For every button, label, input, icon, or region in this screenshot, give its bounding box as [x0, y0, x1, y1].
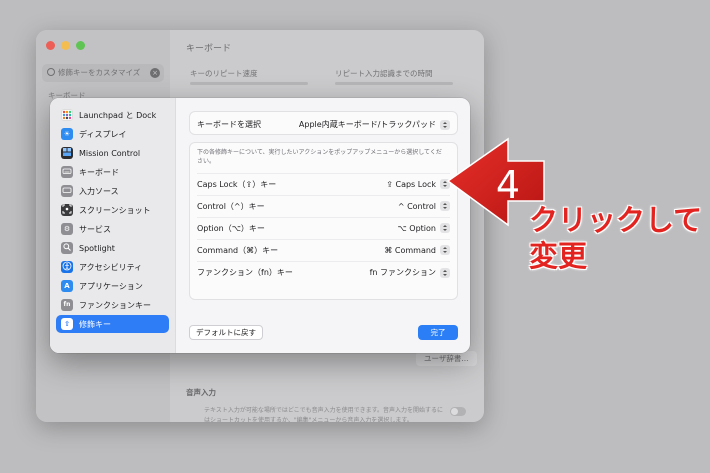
sidebar-item-label: 入力ソース — [79, 186, 119, 196]
callout-line-1: クリックして — [529, 203, 703, 237]
repeat-delay-label: リピート入力認識までの時間 — [335, 69, 433, 78]
bg-page-title: キーボード — [186, 44, 232, 54]
screenshot-icon — [61, 204, 73, 216]
close-window-button[interactable] — [46, 41, 55, 50]
sidebar-item-screenshot[interactable]: スクリーンショット — [56, 201, 169, 219]
popup-chevron-icon — [440, 267, 450, 278]
sidebar-item-label: キーボード — [79, 167, 119, 177]
divider — [197, 195, 450, 196]
keyboard-select-label: キーボードを選択 — [197, 120, 261, 129]
modifier-keys-description: 下の各修飾キーについて、実行したいアクションをポップアップメニューから選択してく… — [197, 149, 442, 165]
popup-chevron-icon — [440, 119, 450, 130]
input-source-icon — [61, 185, 73, 197]
command-value: ⌘ Command — [384, 245, 436, 255]
step-number: 4 — [496, 163, 520, 207]
divider — [197, 217, 450, 218]
sidebar-item-function-keys[interactable]: fn ファンクションキー — [56, 296, 169, 314]
restore-defaults-button[interactable]: デフォルトに戻す — [189, 325, 263, 340]
function-key-icon: fn — [61, 299, 73, 311]
window-controls — [46, 41, 85, 50]
settings-search-input[interactable]: 修飾キーをカスタマイズ × — [42, 64, 164, 82]
function-value: fn ファンクション — [369, 268, 436, 277]
done-button[interactable]: 完了 — [418, 325, 458, 340]
accessibility-icon — [61, 261, 73, 273]
minimize-window-button[interactable] — [61, 41, 70, 50]
zoom-window-button[interactable] — [76, 41, 85, 50]
command-label: Command（⌘）キー — [197, 246, 279, 255]
function-label: ファンクション（fn）キー — [197, 268, 293, 277]
sidebar-item-label: アプリケーション — [79, 281, 143, 291]
sidebar-item-label: ディスプレイ — [79, 129, 127, 139]
sidebar-item-services[interactable]: ⚙ サービス — [56, 220, 169, 238]
clear-search-icon[interactable]: × — [150, 68, 160, 78]
modifier-keys-card: 下の各修飾キーについて、実行したいアクションをポップアップメニューから選択してく… — [189, 142, 458, 300]
key-repeat-label: キーのリピート速度 — [190, 69, 258, 78]
repeat-delay-slider — [335, 82, 453, 85]
launchpad-icon — [61, 109, 73, 121]
sidebar-item-label: アクセシビリティ — [79, 262, 143, 272]
sidebar-item-input-source[interactable]: 入力ソース — [56, 182, 169, 200]
user-dictionary-button: ユーザ辞書... — [416, 351, 477, 366]
callout-line-2: 変更 — [529, 239, 588, 273]
sheet-sidebar: Launchpad と Dock ☀ ディスプレイ Mission Contro… — [50, 98, 176, 353]
option-value: ⌥ Option — [397, 223, 436, 233]
keyboard-icon — [61, 166, 73, 178]
sidebar-item-label: ファンクションキー — [79, 300, 151, 310]
keyboard-select-popup[interactable]: Apple内蔵キーボード/トラックパッド — [299, 119, 450, 130]
voice-input-heading: 音声入力 — [186, 388, 216, 397]
control-label: Control（^）キー — [197, 202, 265, 211]
applications-icon: A — [61, 280, 73, 292]
divider — [197, 173, 450, 174]
voice-input-description: テキスト入力が可能な場所ではどこでも音声入力を使用できます。音声入力を開始するに… — [204, 407, 444, 422]
modifier-key-icon: ⇧ — [61, 318, 73, 330]
annotation-callout: クリックして 変更 — [529, 202, 709, 274]
divider — [197, 239, 450, 240]
keyboard-select-card: キーボードを選択 Apple内蔵キーボード/トラックパッド — [189, 111, 458, 135]
sidebar-item-label: Spotlight — [79, 243, 115, 253]
voice-input-toggle — [450, 407, 466, 416]
sidebar-item-keyboard[interactable]: キーボード — [56, 163, 169, 181]
caps-lock-value: ⇪ Caps Lock — [386, 179, 436, 189]
function-popup[interactable]: fn ファンクション — [370, 267, 450, 278]
sidebar-item-spotlight[interactable]: Spotlight — [56, 239, 169, 257]
control-popup[interactable]: ^ Control — [398, 201, 450, 211]
sidebar-item-mission-control[interactable]: Mission Control — [56, 144, 169, 162]
sidebar-item-label: 修飾キー — [79, 319, 111, 329]
caps-lock-label: Caps Lock（⇪）キー — [197, 180, 277, 189]
display-icon: ☀ — [61, 128, 73, 140]
option-label: Option（⌥）キー — [197, 224, 265, 233]
sidebar-item-applications[interactable]: A アプリケーション — [56, 277, 169, 295]
keyboard-select-value: Apple内蔵キーボード/トラックパッド — [298, 120, 436, 129]
sidebar-item-accessibility[interactable]: アクセシビリティ — [56, 258, 169, 276]
option-popup[interactable]: ⌥ Option — [398, 223, 450, 233]
spotlight-icon — [61, 242, 73, 254]
caps-lock-popup[interactable]: ⇪ Caps Lock — [386, 179, 450, 189]
sheet-content: キーボードを選択 Apple内蔵キーボード/トラックパッド 下の各修飾キーについ… — [176, 98, 470, 353]
services-icon: ⚙ — [61, 223, 73, 235]
divider — [197, 261, 450, 262]
search-icon — [47, 68, 55, 76]
search-text: 修飾キーをカスタマイズ — [58, 68, 141, 77]
sidebar-item-modifier-keys[interactable]: ⇧ 修飾キー — [56, 315, 169, 333]
modifier-keys-sheet: Launchpad と Dock ☀ ディスプレイ Mission Contro… — [50, 98, 470, 353]
sidebar-item-display[interactable]: ☀ ディスプレイ — [56, 125, 169, 143]
control-value: ^ Control — [397, 201, 436, 211]
key-repeat-slider — [190, 82, 308, 85]
sidebar-item-label: サービス — [79, 224, 111, 234]
sidebar-item-launchpad[interactable]: Launchpad と Dock — [56, 106, 169, 124]
command-popup[interactable]: ⌘ Command — [384, 245, 450, 255]
mission-control-icon — [61, 147, 73, 159]
sidebar-item-label: Mission Control — [79, 148, 141, 158]
sidebar-item-label: Launchpad と Dock — [79, 110, 157, 120]
popup-chevron-icon — [440, 245, 450, 255]
sidebar-item-label: スクリーンショット — [79, 205, 151, 215]
